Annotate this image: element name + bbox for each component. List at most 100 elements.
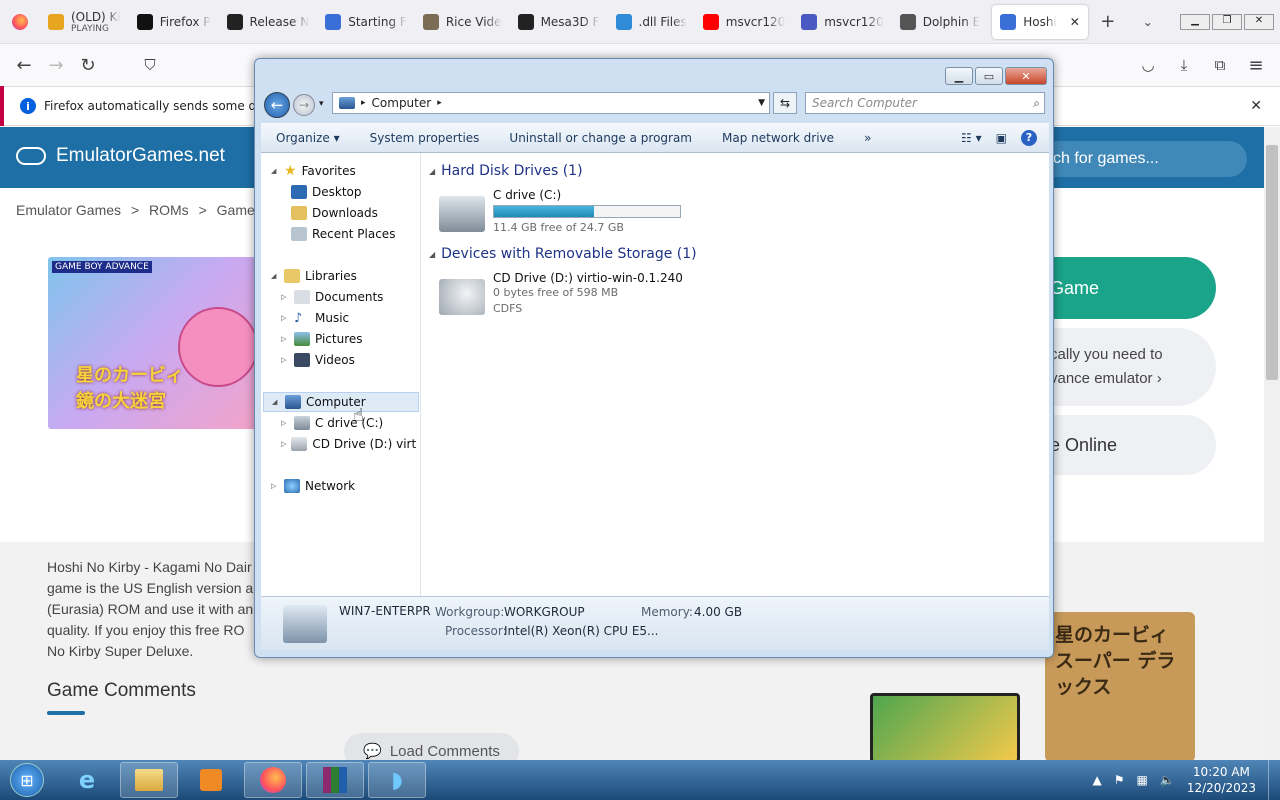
breadcrumb-arrow-icon[interactable]: ▸ <box>437 98 442 108</box>
browser-tab[interactable]: Release N <box>219 5 318 39</box>
nav-cd-drive[interactable]: ▷ CD Drive (D:) virtio-win <box>281 434 417 454</box>
nav-network[interactable]: ▷ Network <box>271 476 355 496</box>
explorer-minimize-button[interactable]: ▁ <box>945 67 973 85</box>
browser-tab[interactable]: (OLD) Ki PLAYING <box>40 5 129 39</box>
network-status-icon[interactable]: ▦ <box>1137 773 1148 787</box>
address-computer[interactable]: Computer <box>372 96 432 110</box>
nav-computer[interactable]: ◢ Computer <box>263 392 419 412</box>
related-game-thumbnail[interactable] <box>870 693 1020 763</box>
drive-d[interactable]: CD Drive (D:) virtio-win-0.1.240 0 bytes… <box>439 271 683 317</box>
start-button[interactable]: ⊞ <box>10 763 44 797</box>
app-menu-button[interactable]: ≡ <box>1240 49 1272 81</box>
collapse-triangle-icon[interactable]: ◢ <box>429 250 435 259</box>
preview-pane-icon[interactable]: ▣ <box>996 131 1007 145</box>
forward-button[interactable]: → <box>40 49 72 81</box>
browser-tab[interactable]: Mesa3D F <box>510 5 608 39</box>
collapsed-triangle-icon[interactable]: ▷ <box>281 335 289 343</box>
explorer-maximize-button[interactable]: ▭ <box>975 67 1003 85</box>
collapsed-triangle-icon[interactable]: ▷ <box>281 419 289 427</box>
breadcrumb-roms[interactable]: ROMs <box>149 202 189 218</box>
search-input[interactable]: Search Computer ⌕ <box>805 92 1045 114</box>
emulator-info-button[interactable]: cally you need to vance emulator › <box>1040 328 1216 406</box>
nav-libraries[interactable]: ◢ Libraries <box>271 266 357 286</box>
site-logo[interactable]: EmulatorGames.net <box>16 145 225 167</box>
taskbar-explorer[interactable] <box>120 762 178 798</box>
nav-pictures[interactable]: ▷ Pictures <box>281 329 363 349</box>
nav-recent-places[interactable]: Recent Places <box>291 224 395 244</box>
browser-tab[interactable]: Firefox P <box>129 5 219 39</box>
system-properties-button[interactable]: System properties <box>355 131 495 145</box>
browser-tab[interactable]: Hoshi ✕ <box>992 4 1088 39</box>
restore-button[interactable]: ❐ <box>1212 13 1242 30</box>
extensions-button[interactable]: ⧉ <box>1204 49 1236 81</box>
taskbar-media-player[interactable] <box>182 762 240 798</box>
nav-desktop[interactable]: Desktop <box>291 182 362 202</box>
close-tab-icon[interactable]: ✕ <box>1070 15 1080 29</box>
taskbar-firefox[interactable] <box>244 762 302 798</box>
collapsed-triangle-icon[interactable]: ▷ <box>281 356 289 364</box>
nav-favorites[interactable]: ◢ ★ Favorites <box>271 161 356 181</box>
taskbar-winrar[interactable] <box>306 762 364 798</box>
close-notification-button[interactable]: ✕ <box>1250 98 1262 114</box>
chevron-down-icon[interactable]: ▼ <box>758 98 765 108</box>
refresh-button[interactable]: ⇆ <box>773 92 797 114</box>
play-online-button[interactable]: e Online <box>1040 415 1216 475</box>
group-removable-storage[interactable]: ◢ Devices with Removable Storage (1) <box>429 246 697 262</box>
expand-triangle-icon[interactable]: ◢ <box>271 272 279 280</box>
pocket-button[interactable]: ◡ <box>1132 49 1164 81</box>
nav-videos[interactable]: ▷ Videos <box>281 350 355 370</box>
explorer-forward-button[interactable]: → <box>293 94 315 116</box>
nav-downloads[interactable]: Downloads <box>291 203 378 223</box>
breadcrumb-emulator-games[interactable]: Emulator Games <box>16 202 121 218</box>
map-network-drive-button[interactable]: Map network drive <box>707 131 849 145</box>
collapsed-triangle-icon[interactable]: ▷ <box>271 482 279 490</box>
site-search-input[interactable]: ch for games... <box>1035 141 1247 177</box>
explorer-back-button[interactable]: ← <box>264 92 290 118</box>
reload-button[interactable]: ↻ <box>72 49 104 81</box>
taskbar-internet-explorer[interactable]: e <box>58 762 116 798</box>
download-game-button[interactable]: Game <box>1040 257 1216 319</box>
collapse-triangle-icon[interactable]: ◢ <box>429 167 435 176</box>
close-window-button[interactable]: ✕ <box>1244 13 1274 30</box>
related-game-thumbnail[interactable]: 星のカービィ スーパー デラックス <box>1045 612 1195 762</box>
back-button[interactable]: ← <box>8 49 40 81</box>
new-tab-button[interactable]: + <box>1092 6 1124 38</box>
expand-triangle-icon[interactable]: ◢ <box>272 398 280 406</box>
nav-documents[interactable]: ▷ Documents <box>281 287 383 307</box>
uninstall-program-button[interactable]: Uninstall or change a program <box>494 131 707 145</box>
explorer-close-button[interactable]: ✕ <box>1005 67 1047 85</box>
taskbar-dolphin[interactable]: ◗ <box>368 762 426 798</box>
collapsed-triangle-icon[interactable]: ▷ <box>281 314 289 322</box>
view-options-icon[interactable]: ☷ ▾ <box>961 131 982 145</box>
browser-tab[interactable]: Rice Vide <box>415 5 510 39</box>
browser-tab[interactable]: Dolphin E <box>892 5 988 39</box>
action-center-flag-icon[interactable]: ⚑ <box>1114 773 1125 787</box>
group-hard-disk-drives[interactable]: ◢ Hard Disk Drives (1) <box>429 163 583 179</box>
clock[interactable]: 10:20 AM 12/20/2023 <box>1187 764 1256 796</box>
collapsed-triangle-icon[interactable]: ▷ <box>281 440 286 448</box>
organize-button[interactable]: Organize ▾ <box>261 131 355 145</box>
downloads-button[interactable]: ⤓ <box>1168 49 1200 81</box>
breadcrumb-arrow-icon[interactable]: ▸ <box>361 98 366 108</box>
expand-triangle-icon[interactable]: ◢ <box>271 167 279 175</box>
browser-tab[interactable]: msvcr120 <box>793 5 891 39</box>
drive-c[interactable]: C drive (C:) 11.4 GB free of 24.7 GB <box>439 188 681 236</box>
address-bar[interactable]: ▸ Computer ▸ ▼ <box>332 92 770 114</box>
minimize-button[interactable]: ▁ <box>1180 13 1210 30</box>
browser-tab[interactable]: Starting F <box>317 5 415 39</box>
browser-tab[interactable]: .dll Files <box>608 5 695 39</box>
nav-c-drive[interactable]: ▷ C drive (C:) <box>281 413 417 433</box>
help-icon[interactable]: ? <box>1021 129 1037 146</box>
firefox-view-button[interactable] <box>0 0 40 44</box>
scrollbar-thumb[interactable] <box>1266 145 1278 380</box>
collapsed-triangle-icon[interactable]: ▷ <box>281 293 289 301</box>
more-commands-button[interactable]: » <box>849 131 886 145</box>
browser-tab[interactable]: msvcr120 <box>695 5 793 39</box>
show-hidden-icons-button[interactable]: ▲ <box>1093 773 1102 787</box>
recent-pages-dropdown[interactable]: ▾ <box>319 99 324 109</box>
list-tabs-button[interactable]: ⌄ <box>1132 6 1164 38</box>
nav-music[interactable]: ▷ ♪ Music <box>281 308 349 328</box>
tracking-protection-button[interactable]: ⛉ <box>134 49 166 81</box>
show-desktop-button[interactable] <box>1268 760 1280 800</box>
volume-icon[interactable]: 🔈 <box>1160 773 1175 787</box>
